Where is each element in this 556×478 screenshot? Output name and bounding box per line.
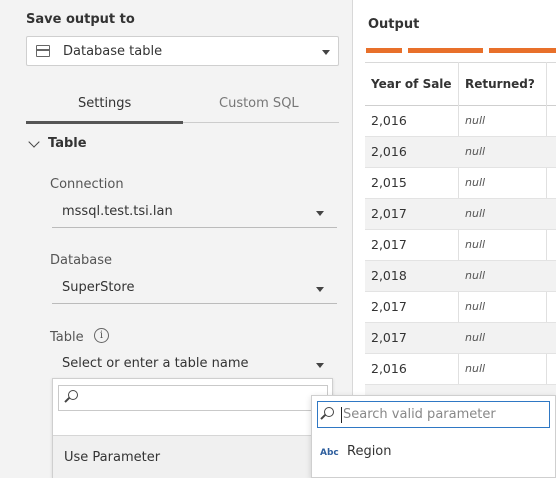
cell-returned[interactable]: null [465,145,485,158]
column-profile-bar [489,48,556,53]
cell-year-of-sale[interactable]: 2,017 [371,299,407,314]
cell-year-of-sale[interactable]: 2,017 [371,206,407,221]
table-row: 2,015 null [365,168,556,199]
parameter-search-placeholder: Search valid parameter [343,407,496,422]
table-row: 2,017 null [365,199,556,230]
column-header-year-of-sale[interactable]: Year of Sale [371,77,452,91]
table-search-input[interactable] [58,385,328,411]
table-dropdown: Use Parameter [52,378,333,478]
cell-year-of-sale[interactable]: 2,015 [371,175,407,190]
text-cursor [341,407,342,423]
table-row: 2,017 null [365,230,556,261]
cell-year-of-sale[interactable]: 2,018 [371,268,407,283]
table-row: 2,016 null [365,354,556,385]
section-title-table[interactable]: Table [48,136,87,151]
table-select[interactable]: Select or enter a table name [62,356,249,371]
save-output-select[interactable]: Database table [26,36,339,66]
cell-returned[interactable]: null [465,269,485,282]
use-parameter-menu-item[interactable]: Use Parameter [53,436,332,478]
grid-header: Year of Sale Returned? [365,62,556,106]
cell-returned[interactable]: null [465,207,485,220]
tab-settings[interactable]: Settings [78,96,131,111]
settings-panel: Save output to Database table Settings C… [0,0,353,478]
active-tab-indicator [26,121,183,124]
table-row: 2,017 null [365,292,556,323]
connection-underline [52,227,337,228]
collapse-chevron-icon[interactable] [28,136,40,148]
save-output-label: Save output to [26,12,135,27]
parameter-search-input[interactable]: Search valid parameter [317,401,550,428]
database-underline [52,303,337,304]
connection-label: Connection [50,177,124,192]
chevron-down-icon[interactable] [316,363,324,368]
output-title: Output [368,17,420,32]
cell-returned[interactable]: null [465,362,485,375]
chevron-down-icon[interactable] [316,287,324,292]
parameter-item-region[interactable]: Region [347,444,392,459]
cell-year-of-sale[interactable]: 2,016 [371,113,407,128]
table-row: 2,016 null [365,106,556,137]
use-parameter-label: Use Parameter [64,450,161,465]
cell-year-of-sale[interactable]: 2,017 [371,330,407,345]
cell-returned[interactable]: null [465,331,485,344]
cell-returned[interactable]: null [465,300,485,313]
tab-custom-sql[interactable]: Custom SQL [219,96,299,111]
cell-returned[interactable]: null [465,114,485,127]
connection-select[interactable]: mssql.test.tsi.lan [62,204,173,219]
cell-year-of-sale[interactable]: 2,017 [371,237,407,252]
cell-year-of-sale[interactable]: 2,016 [371,361,407,376]
cell-returned[interactable]: null [465,176,485,189]
table-row: 2,017 null [365,323,556,354]
table-label: Table [50,330,84,345]
column-profile-bar [408,48,483,53]
info-icon[interactable]: i [94,328,109,343]
database-select[interactable]: SuperStore [62,280,134,295]
string-type-icon: Abc [320,448,339,458]
chevron-down-icon[interactable] [316,211,324,216]
column-profile-bar [366,48,402,53]
search-icon [324,407,334,417]
save-output-value: Database table [63,44,163,59]
parameter-popover: Search valid parameter Abc Region [311,395,556,478]
database-label: Database [50,253,113,268]
search-icon [68,390,78,400]
table-row: 2,018 null [365,261,556,292]
table-row: 2,016 null [365,137,556,168]
table-icon [36,45,50,57]
cell-year-of-sale[interactable]: 2,016 [371,144,407,159]
column-header-returned[interactable]: Returned? [465,77,535,91]
cell-returned[interactable]: null [465,238,485,251]
chevron-down-icon [322,50,330,55]
